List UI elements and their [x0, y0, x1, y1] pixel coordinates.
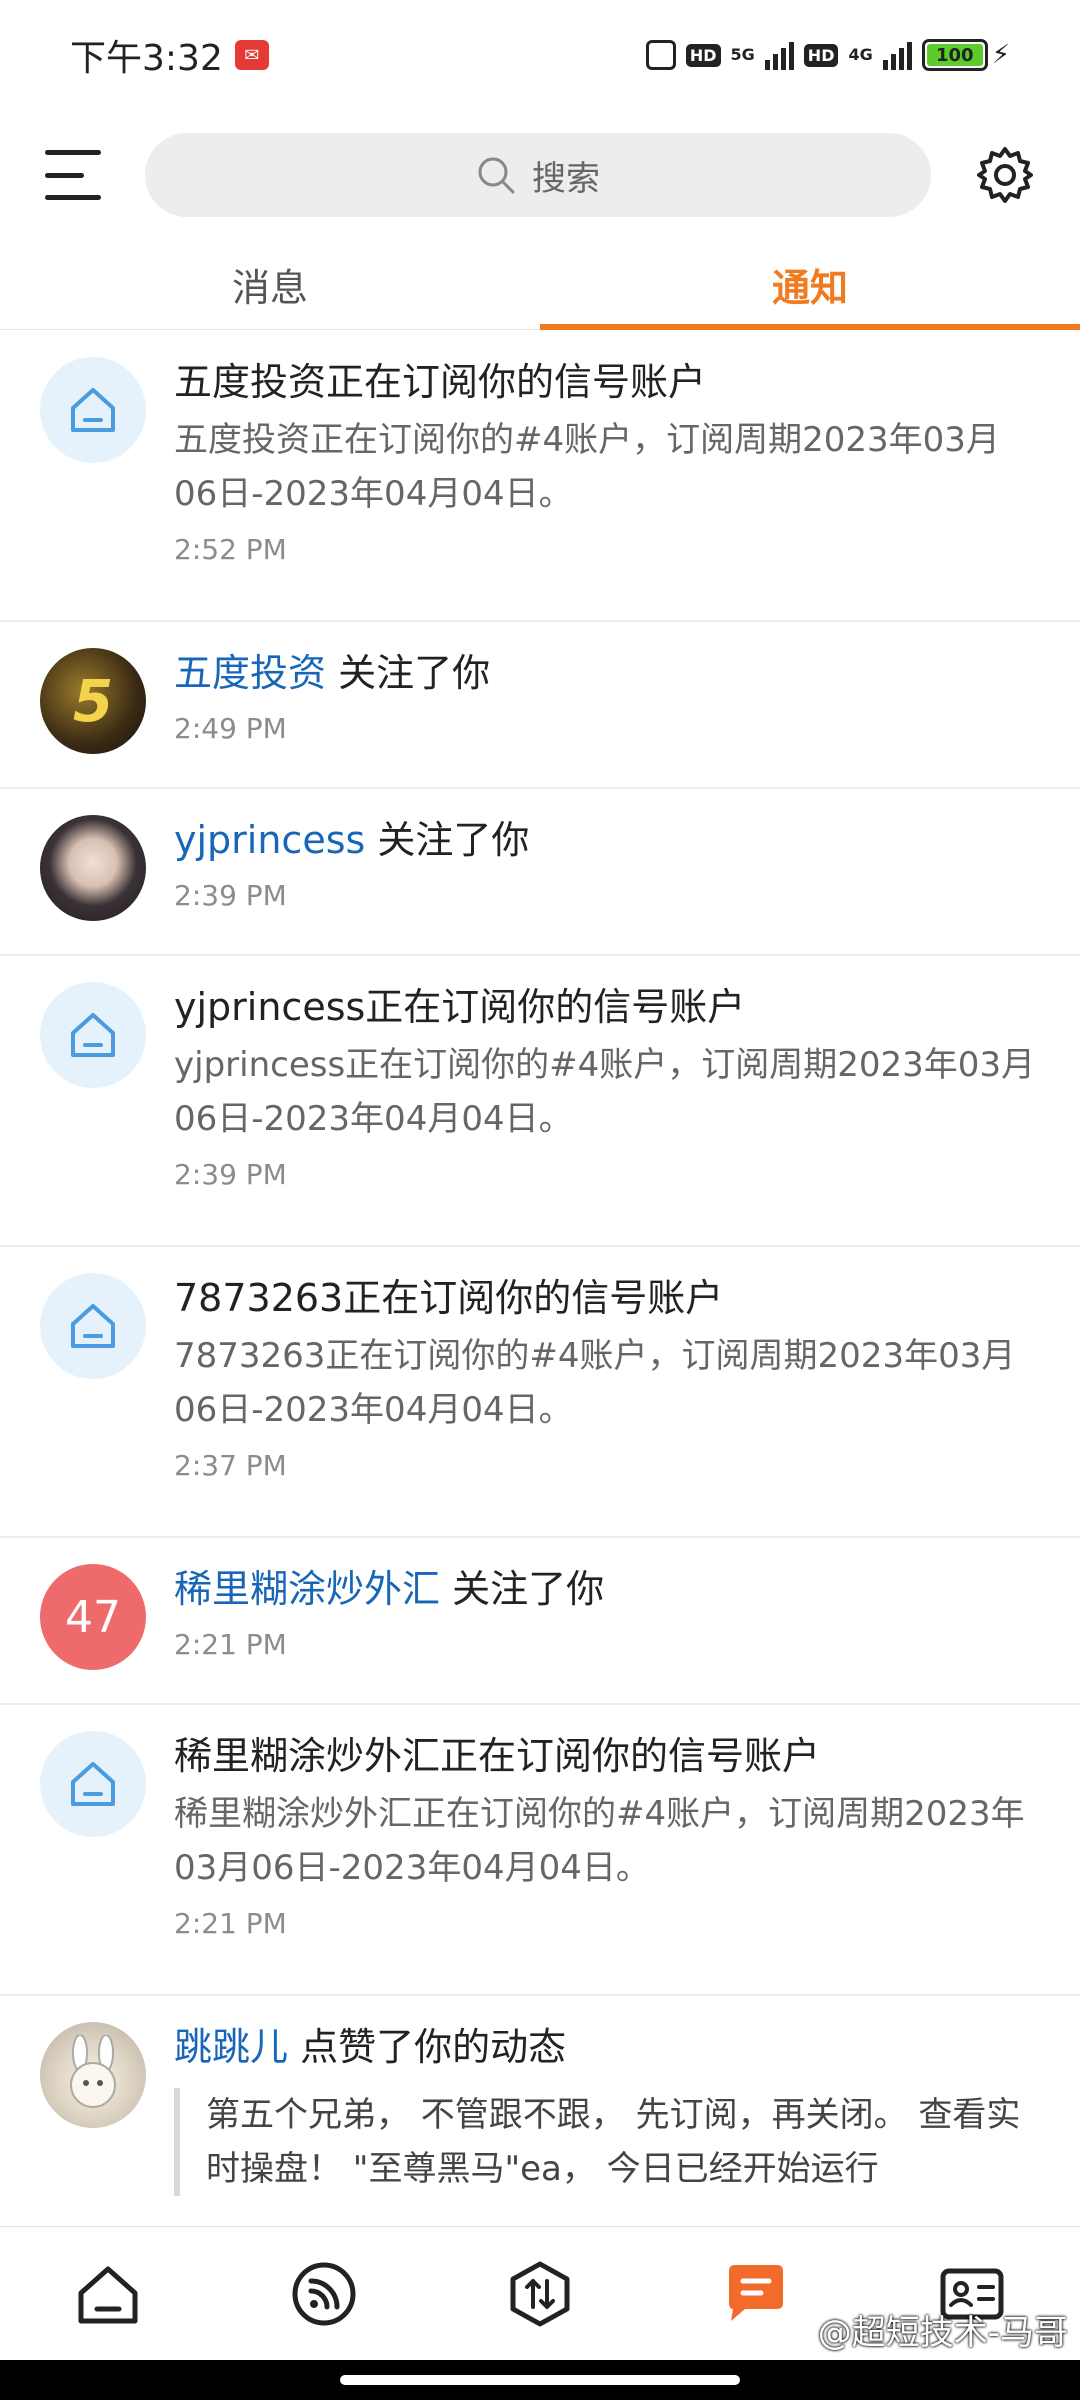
- signal-icon: [882, 40, 912, 70]
- notification-item[interactable]: 五度投资正在订阅你的信号账户 五度投资正在订阅你的#4账户，订阅周期2023年0…: [0, 331, 1080, 622]
- notification-time: 2:52 PM: [174, 533, 287, 566]
- notification-time: 2:39 PM: [174, 1158, 287, 1191]
- search-placeholder: 搜索: [532, 158, 600, 199]
- hd-icon: HD: [803, 43, 839, 67]
- notification-item[interactable]: 7873263正在订阅你的信号账户 7873263正在订阅你的#4账户，订阅周期…: [0, 1247, 1080, 1538]
- avatar[interactable]: 47: [40, 1564, 146, 1670]
- notification-item[interactable]: 5 五度投资 关注了你 2:49 PM: [0, 622, 1080, 789]
- notification-desc: yjprincess正在订阅你的#4账户，订阅周期2023年03月06日-202…: [174, 1045, 1036, 1139]
- search-bar[interactable]: 搜索: [145, 133, 931, 217]
- signal-icon: [764, 40, 794, 70]
- app-notification-icon: ✉: [234, 40, 269, 70]
- notification-action: 关注了你: [326, 651, 491, 695]
- house-icon: [40, 357, 146, 463]
- network-5g: 5G: [730, 45, 755, 64]
- nav-trade[interactable]: [500, 2254, 580, 2334]
- notification-desc: 稀里糊涂炒外汇正在订阅你的#4账户，订阅周期2023年03月06日-2023年0…: [174, 1794, 1025, 1888]
- notification-list: 五度投资正在订阅你的信号账户 五度投资正在订阅你的#4账户，订阅周期2023年0…: [0, 331, 1080, 2226]
- notification-time: 2:39 PM: [174, 879, 287, 912]
- search-icon: [478, 157, 515, 194]
- watermark: @超短技术-马哥: [817, 2313, 1068, 2353]
- nav-home[interactable]: [68, 2254, 148, 2334]
- gear-icon[interactable]: [975, 145, 1035, 205]
- user-name-link[interactable]: 五度投资: [174, 651, 326, 695]
- house-icon: [40, 1731, 146, 1837]
- avatar[interactable]: [40, 2022, 146, 2128]
- notification-title: yjprincess正在订阅你的信号账户: [174, 985, 746, 1029]
- menu-icon[interactable]: [45, 150, 101, 200]
- trade-icon: [510, 2261, 570, 2326]
- notification-time: 2:37 PM: [174, 1449, 287, 1482]
- tab-messages[interactable]: 消息: [0, 240, 540, 329]
- notification-time: 2:21 PM: [174, 1628, 287, 1661]
- notification-item[interactable]: yjprincess 关注了你 2:39 PM: [0, 789, 1080, 956]
- notification-desc: 7873263正在订阅你的#4账户，订阅周期2023年03月06日-2023年0…: [174, 1336, 1016, 1430]
- notification-time: 2:49 PM: [174, 712, 287, 745]
- post-quote[interactable]: 第五个兄弟， 不管跟不跟， 先订阅，再关闭。 查看实时操盘！ "至尊黑马"ea，…: [174, 2088, 1040, 2196]
- network-4g: 4G: [848, 45, 873, 64]
- notification-item[interactable]: yjprincess正在订阅你的信号账户 yjprincess正在订阅你的#4账…: [0, 956, 1080, 1247]
- nav-messages[interactable]: [716, 2254, 796, 2334]
- tab-bar: 消息 通知: [0, 240, 1080, 330]
- user-name-link[interactable]: yjprincess: [174, 818, 365, 862]
- nfc-icon: [645, 40, 676, 70]
- avatar[interactable]: [40, 815, 146, 921]
- status-bar: 下午3:32 ✉ HD 5G HD 4G 100 ⚡: [0, 0, 1080, 110]
- user-name-link[interactable]: 跳跳儿: [174, 2025, 288, 2069]
- avatar[interactable]: 5: [40, 648, 146, 754]
- notification-desc: 五度投资正在订阅你的#4账户，订阅周期2023年03月06日-2023年04月0…: [174, 420, 1000, 514]
- notification-title: 7873263正在订阅你的信号账户: [174, 1276, 724, 1320]
- notification-title: 稀里糊涂炒外汇正在订阅你的信号账户: [174, 1734, 821, 1778]
- notification-action: 关注了你: [440, 1567, 605, 1611]
- notification-item[interactable]: 稀里糊涂炒外汇正在订阅你的信号账户 稀里糊涂炒外汇正在订阅你的#4账户，订阅周期…: [0, 1705, 1080, 1996]
- notification-item[interactable]: 跳跳儿 点赞了你的动态 第五个兄弟， 不管跟不跟， 先订阅，再关闭。 查看实时操…: [0, 1996, 1080, 2226]
- home-icon: [78, 2266, 138, 2323]
- notification-time: 2:21 PM: [174, 1907, 287, 1940]
- chat-icon: [729, 2264, 783, 2321]
- tab-notifications[interactable]: 通知: [540, 240, 1080, 330]
- charging-icon: ⚡: [991, 40, 1010, 70]
- notification-item[interactable]: 47 稀里糊涂炒外汇 关注了你 2:21 PM: [0, 1538, 1080, 1705]
- battery-icon: 100 ⚡: [921, 39, 1010, 71]
- house-icon: [40, 1273, 146, 1379]
- gesture-bar[interactable]: [0, 2360, 1080, 2400]
- notification-action: 点赞了你的动态: [288, 2025, 567, 2069]
- rss-icon: [292, 2262, 356, 2325]
- house-icon: [40, 982, 146, 1088]
- notification-action: 关注了你: [365, 818, 530, 862]
- user-name-link[interactable]: 稀里糊涂炒外汇: [174, 1567, 440, 1611]
- status-time: 下午3:32: [70, 38, 223, 79]
- nav-feed[interactable]: [284, 2254, 364, 2334]
- hd-icon: HD: [685, 43, 721, 67]
- notification-title: 五度投资正在订阅你的信号账户: [174, 360, 707, 404]
- top-header: 搜索: [0, 110, 1080, 240]
